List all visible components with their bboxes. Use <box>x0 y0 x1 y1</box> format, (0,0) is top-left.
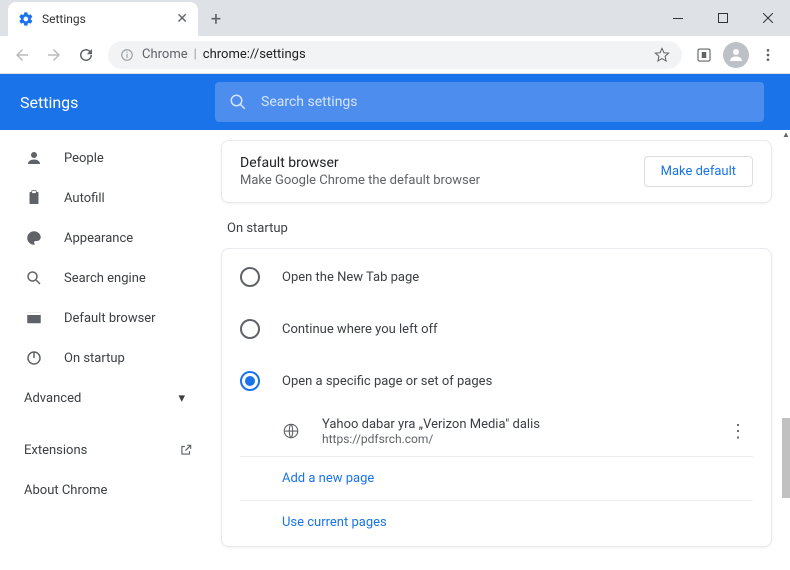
external-link-icon <box>179 443 193 457</box>
globe-icon <box>282 422 302 442</box>
search-box[interactable] <box>215 82 764 122</box>
sidebar-item-label: Search engine <box>64 271 146 286</box>
add-page-link[interactable]: Add a new page <box>240 457 753 501</box>
clipboard-icon <box>24 189 44 207</box>
new-tab-button[interactable]: + <box>202 5 230 33</box>
menu-icon[interactable] <box>754 41 782 69</box>
card-title: Default browser <box>240 155 480 171</box>
sidebar: People Autofill Appearance Search engine… <box>0 130 215 562</box>
make-default-button[interactable]: Make default <box>644 156 753 187</box>
omnibox-chip: Chrome <box>142 47 188 62</box>
tab-title: Settings <box>42 12 86 26</box>
close-icon[interactable]: ✕ <box>176 11 188 27</box>
sidebar-item-label: Default browser <box>64 311 156 326</box>
browser-icon <box>24 309 44 327</box>
chevron-down-icon: ▾ <box>178 391 185 406</box>
radio-icon <box>240 267 260 287</box>
sidebar-item-default-browser[interactable]: Default browser <box>0 298 215 338</box>
maximize-button[interactable] <box>700 0 745 36</box>
content-area: Default browser Make Google Chrome the d… <box>215 130 790 562</box>
settings-header: Settings <box>0 74 790 130</box>
forward-button[interactable] <box>40 41 68 69</box>
page-url: https://pdfsrch.com/ <box>322 432 540 446</box>
sidebar-item-appearance[interactable]: Appearance <box>0 218 215 258</box>
use-current-pages-link[interactable]: Use current pages <box>240 501 753 544</box>
address-bar[interactable]: Chrome | chrome://settings <box>108 41 682 69</box>
card-subtitle: Make Google Chrome the default browser <box>240 173 480 188</box>
close-window-button[interactable] <box>745 0 790 36</box>
sidebar-item-label: On startup <box>64 351 125 366</box>
sidebar-about[interactable]: About Chrome <box>0 470 215 510</box>
sidebar-item-label: Appearance <box>64 231 133 246</box>
search-icon <box>229 93 247 111</box>
person-icon <box>24 149 44 167</box>
sidebar-extensions[interactable]: Extensions <box>0 430 215 470</box>
startup-page-row: Yahoo dabar yra „Verizon Media" dalis ht… <box>240 407 753 457</box>
star-icon[interactable] <box>654 47 670 63</box>
back-button[interactable] <box>8 41 36 69</box>
section-title: On startup <box>227 221 772 236</box>
radio-icon <box>240 371 260 391</box>
radio-option-new-tab[interactable]: Open the New Tab page <box>240 251 753 303</box>
info-icon <box>120 48 134 62</box>
sidebar-item-label: Autofill <box>64 191 105 206</box>
sidebar-item-on-startup[interactable]: On startup <box>0 338 215 378</box>
scroll-up-icon[interactable]: ▲ <box>782 130 790 140</box>
sidebar-advanced[interactable]: Advanced ▾ <box>0 378 215 418</box>
startup-card: Open the New Tab page Continue where you… <box>221 248 772 547</box>
scrollbar[interactable]: ▲ <box>782 130 790 562</box>
browser-tab[interactable]: Settings ✕ <box>8 2 198 36</box>
default-browser-card: Default browser Make Google Chrome the d… <box>221 140 772 203</box>
minimize-button[interactable] <box>655 0 700 36</box>
palette-icon <box>24 229 44 247</box>
reload-button[interactable] <box>72 41 100 69</box>
gear-icon <box>18 11 34 27</box>
sidebar-item-people[interactable]: People <box>0 138 215 178</box>
scroll-thumb[interactable] <box>782 418 790 498</box>
sidebar-item-autofill[interactable]: Autofill <box>0 178 215 218</box>
radio-option-specific-pages[interactable]: Open a specific page or set of pages <box>240 355 753 407</box>
search-input[interactable] <box>261 94 750 110</box>
search-icon <box>24 269 44 287</box>
more-menu-icon[interactable]: ⋮ <box>723 421 753 442</box>
page-title: Settings <box>20 93 215 112</box>
page-title: Yahoo dabar yra „Verizon Media" dalis <box>322 417 540 432</box>
sidebar-item-search-engine[interactable]: Search engine <box>0 258 215 298</box>
omnibox-path: chrome://settings <box>203 47 306 62</box>
tab-strip: Settings ✕ + <box>0 0 790 36</box>
power-icon <box>24 349 44 367</box>
radio-option-continue[interactable]: Continue where you left off <box>240 303 753 355</box>
radio-icon <box>240 319 260 339</box>
avatar[interactable] <box>722 41 750 69</box>
browser-toolbar: Chrome | chrome://settings <box>0 36 790 74</box>
sidebar-item-label: People <box>64 151 104 166</box>
extension-icon[interactable] <box>690 41 718 69</box>
